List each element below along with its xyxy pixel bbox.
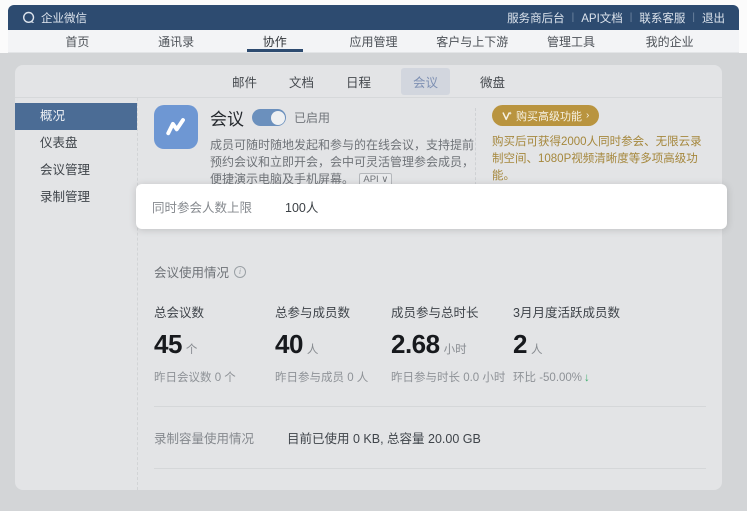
meeting-enabled-toggle[interactable] (252, 109, 286, 126)
nav-item-customers[interactable]: 客户与上下游 (423, 30, 522, 52)
premium-spark-icon (502, 111, 512, 121)
stat-value: 40 (275, 329, 303, 360)
meeting-header-left: 会议 已启用 成员可随时随地发起和参与的在线会议，支持提前预约会议和立即开会，会… (154, 105, 475, 188)
logout-link[interactable]: 退出 (702, 10, 725, 26)
separator: | (572, 12, 575, 23)
top-bar: 企业微信 服务商后台 | API文档 | 联系客服 | 退出 (8, 5, 739, 30)
contact-support-link[interactable]: 联系客服 (639, 10, 685, 26)
tab-drive[interactable]: 微盘 (478, 68, 507, 95)
stat-subtext: 昨日参与时长 0.0 小时 (391, 369, 513, 385)
stat-total-duration: 成员参与总时长 2.68 小时 昨日参与时长 0.0 小时 (391, 302, 513, 385)
tab-calendar[interactable]: 日程 (344, 68, 373, 95)
stat-value: 45 (154, 329, 182, 360)
recording-value: 目前已使用 0 KB, 总容量 20.00 GB (287, 428, 481, 447)
nav-item-home[interactable]: 首页 (28, 30, 127, 52)
stat-subtext: 环比 -50.00%↓ (513, 369, 706, 385)
buy-premium-button[interactable]: 购买高级功能 › (492, 105, 599, 126)
separator: | (630, 12, 633, 23)
highlighted-participant-limit-row[interactable]: 同时参会人数上限 100人 (136, 184, 727, 229)
page-title: 会议 (210, 105, 244, 130)
content-card: 邮件 文档 日程 会议 微盘 概况 仪表盘 会议管理 录制管理 (15, 65, 722, 490)
tab-mail[interactable]: 邮件 (230, 68, 259, 95)
recording-usage-row: 录制容量使用情况 目前已使用 0 KB, 总容量 20.00 GB (154, 407, 706, 468)
nav-item-collaboration[interactable]: 协作 (225, 30, 324, 52)
sidebar-item-meeting-management[interactable]: 会议管理 (15, 157, 137, 184)
separator: | (692, 12, 695, 23)
meeting-description: 成员可随时随地发起和参与的在线会议，支持提前预约会议和立即开会，会中可灵活管理参… (210, 137, 475, 188)
card-body: 概况 仪表盘 会议管理 录制管理 会议 已启用 (15, 98, 722, 490)
nav-item-apps[interactable]: 应用管理 (324, 30, 423, 52)
tab-docs[interactable]: 文档 (287, 68, 316, 95)
collab-tabs: 邮件 文档 日程 会议 微盘 (15, 65, 722, 98)
main-nav: 首页 通讯录 协作 应用管理 客户与上下游 管理工具 我的企业 (8, 30, 739, 53)
api-docs-link[interactable]: API文档 (581, 10, 623, 26)
active-nav-underline (247, 49, 303, 52)
brand-name: 企业微信 (41, 10, 87, 26)
stat-subtext: 昨日参与成员 0 人 (275, 369, 391, 385)
provider-console-link[interactable]: 服务商后台 (507, 10, 565, 26)
divider (154, 468, 706, 469)
wecom-bubble-icon (22, 11, 36, 25)
toggle-knob (271, 111, 285, 125)
participant-limit-label: 同时参会人数上限 (152, 197, 285, 216)
stat-monthly-active: 3月月度活跃成员数 2 人 环比 -50.00%↓ (513, 302, 706, 385)
sidebar-item-overview[interactable]: 概况 (15, 103, 137, 130)
top-links: 服务商后台 | API文档 | 联系客服 | 退出 (507, 10, 725, 26)
sidebar-item-dashboard[interactable]: 仪表盘 (15, 130, 137, 157)
status-badge: 已启用 (294, 109, 330, 126)
trend-down-icon: ↓ (584, 372, 590, 384)
stat-unit: 人 (531, 341, 543, 357)
buy-premium-label: 购买高级功能 (516, 108, 582, 124)
stat-total-meetings: 总会议数 45 个 昨日会议数 0 个 (154, 302, 275, 385)
meeting-title-row: 会议 已启用 (210, 105, 475, 130)
stat-unit: 人 (307, 341, 319, 357)
usage-section-header: 会议使用情况 i (154, 262, 706, 281)
stat-value: 2 (513, 329, 527, 360)
meeting-header-text: 会议 已启用 成员可随时随地发起和参与的在线会议，支持提前预约会议和立即开会，会… (210, 105, 475, 188)
main-panel: 会议 已启用 成员可随时随地发起和参与的在线会议，支持提前预约会议和立即开会，会… (137, 98, 722, 490)
info-icon[interactable]: i (234, 266, 246, 278)
usage-stats-grid: 总会议数 45 个 昨日会议数 0 个 总参与成员数 40 人 昨日参与成员 0… (154, 302, 706, 385)
recording-label: 录制容量使用情况 (154, 428, 287, 447)
stat-total-participants: 总参与成员数 40 人 昨日参与成员 0 人 (275, 302, 391, 385)
meeting-app-icon (154, 105, 198, 149)
vertical-dashed-divider (475, 108, 476, 185)
stat-unit: 小时 (444, 341, 467, 357)
meeting-header: 会议 已启用 成员可随时随地发起和参与的在线会议，支持提前预约会议和立即开会，会… (154, 105, 706, 188)
upgrade-panel: 购买高级功能 › 购买后可获得2000人同时参会、无限云录制空间、1080P视频… (492, 105, 706, 188)
tab-meeting[interactable]: 会议 (401, 68, 450, 95)
sidebar-item-recording-management[interactable]: 录制管理 (15, 184, 137, 211)
stat-unit: 个 (186, 341, 198, 357)
nav-item-contacts[interactable]: 通讯录 (127, 30, 226, 52)
brand-logo[interactable]: 企业微信 (22, 10, 87, 26)
nav-item-my-company[interactable]: 我的企业 (620, 30, 719, 52)
sidebar: 概况 仪表盘 会议管理 录制管理 (15, 98, 137, 490)
participant-limit-value: 100人 (285, 197, 318, 216)
stat-subtext: 昨日会议数 0 个 (154, 369, 275, 385)
usage-section-title: 会议使用情况 (154, 262, 229, 281)
stat-value: 2.68 (391, 329, 440, 360)
upgrade-benefits-text: 购买后可获得2000人同时参会、无限云录制空间、1080P视频清晰度等多项高级功… (492, 134, 706, 185)
meeting-glyph-icon (162, 113, 190, 141)
nav-item-admin-tools[interactable]: 管理工具 (522, 30, 621, 52)
chevron-right-icon: › (586, 110, 589, 121)
